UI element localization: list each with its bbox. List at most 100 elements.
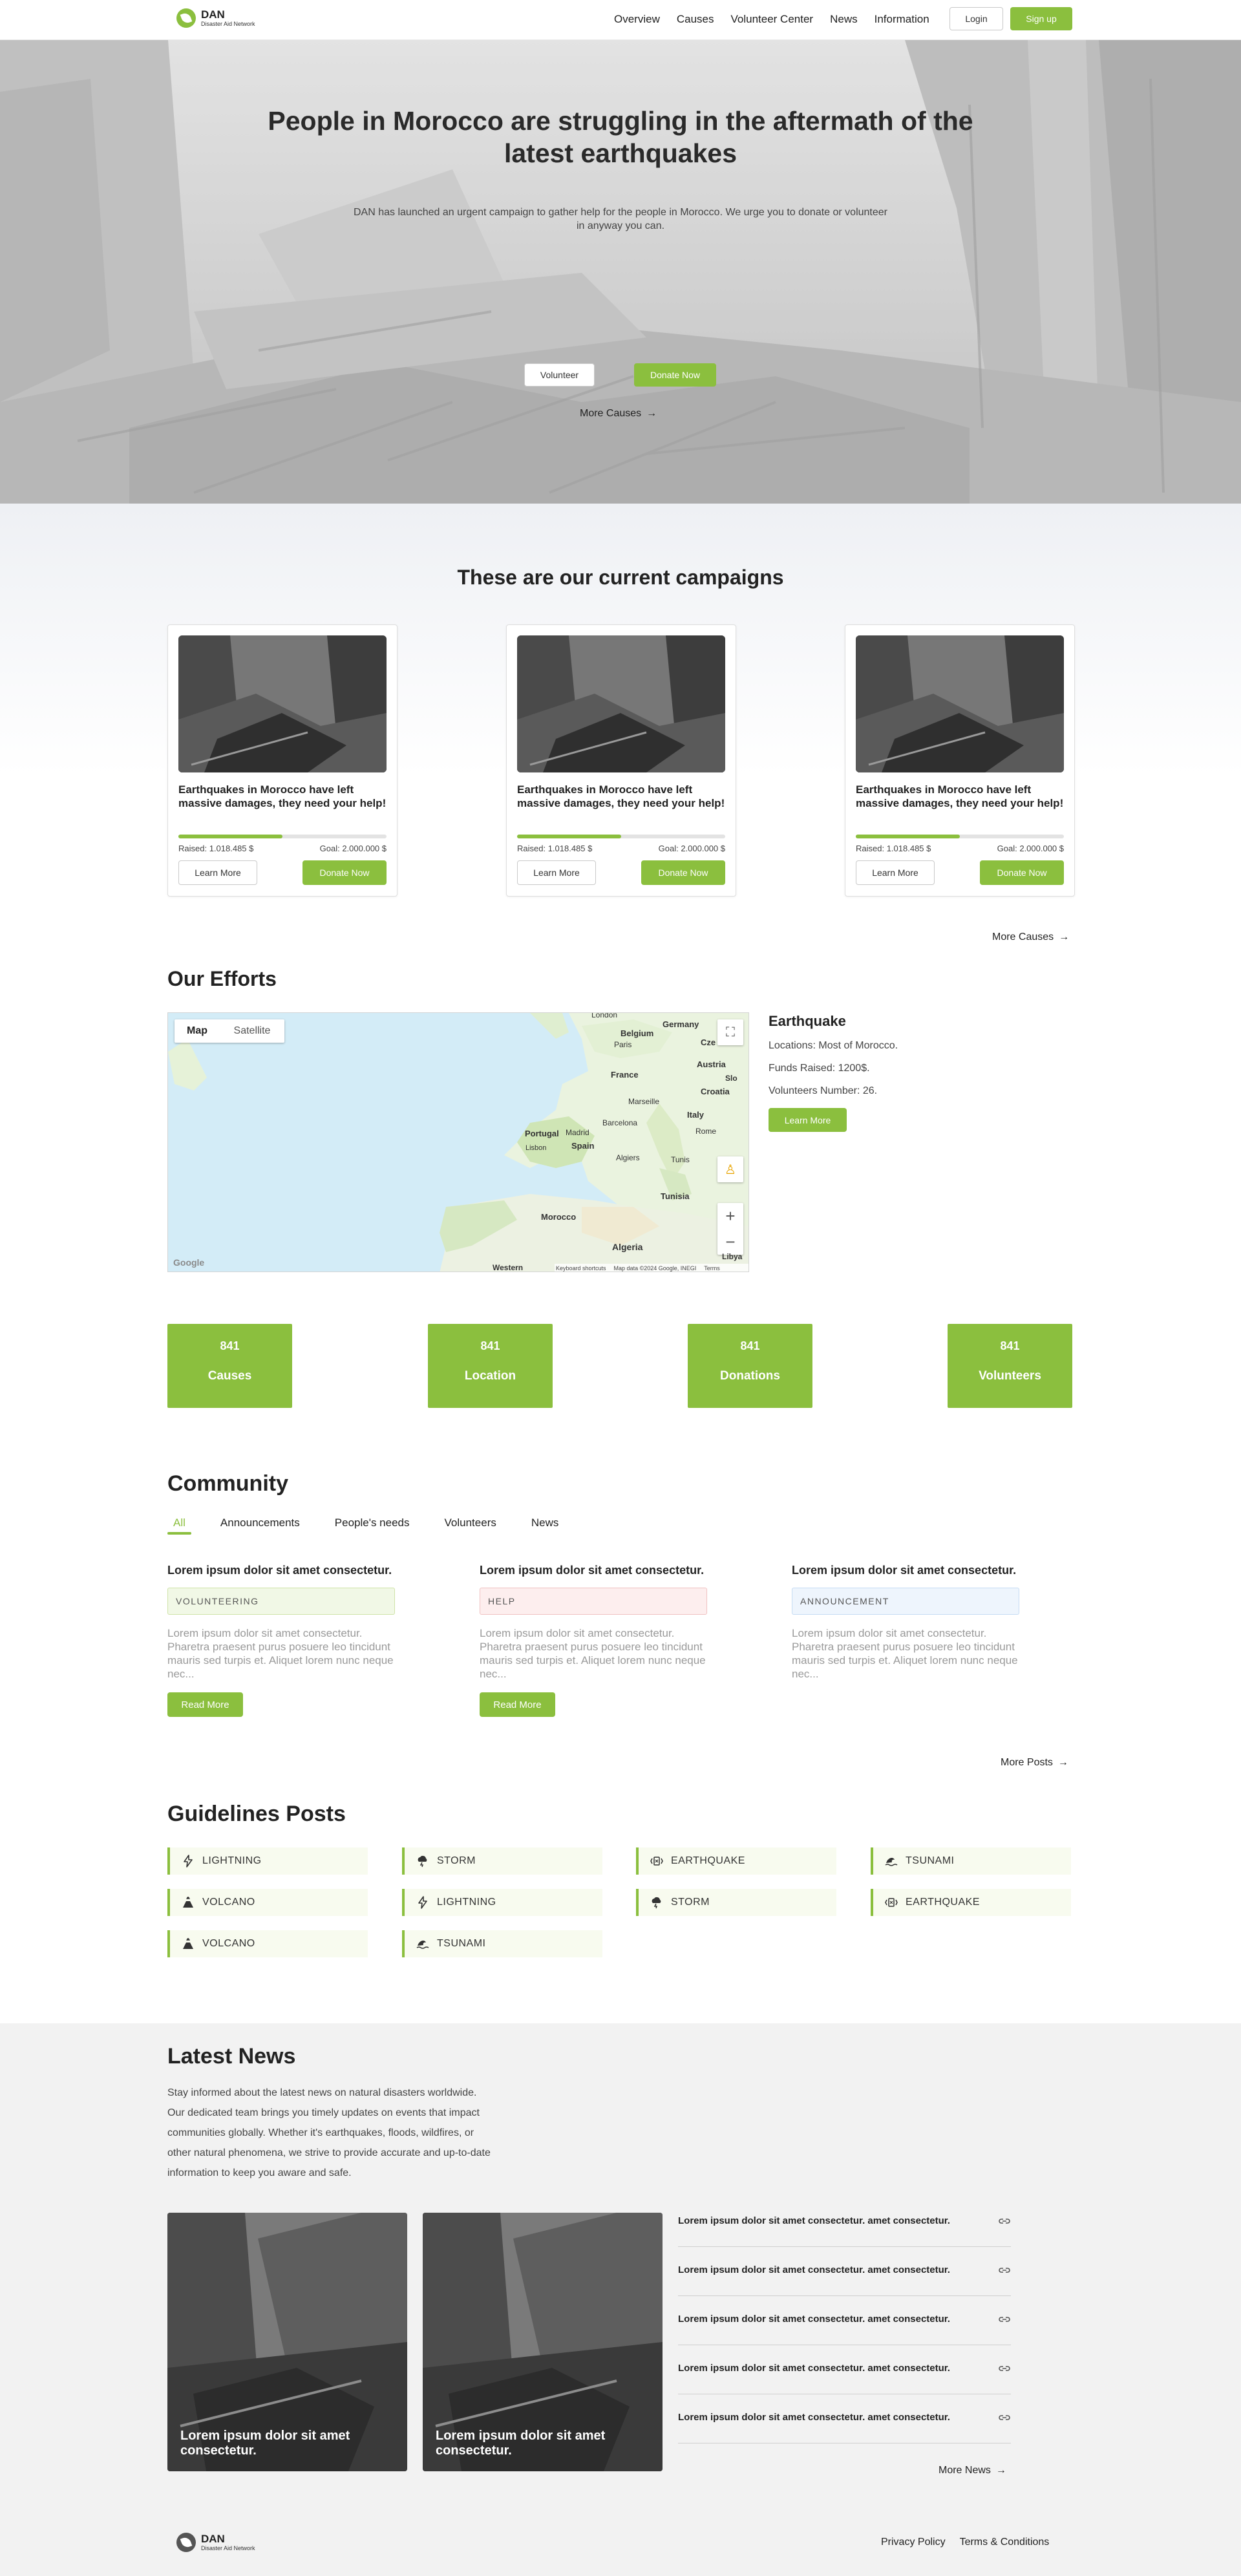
learn-more-button[interactable]: Learn More <box>517 860 596 885</box>
more-news-link[interactable]: More News → <box>939 2465 1006 2476</box>
guideline-item-volcano[interactable]: VOLCANO <box>167 1889 368 1916</box>
zoom-in-icon[interactable]: + <box>717 1203 743 1229</box>
nav-volunteer-center[interactable]: Volunteer Center <box>731 13 814 26</box>
map-terms-link[interactable]: Terms <box>704 1265 720 1272</box>
more-posts-link[interactable]: More Posts → <box>1001 1757 1068 1769</box>
news-card[interactable]: Lorem ipsum dolor sit amet consectetur. <box>167 2213 407 2471</box>
privacy-policy-link[interactable]: Privacy Policy <box>881 2537 946 2548</box>
guideline-item-storm[interactable]: STORM <box>636 1889 836 1916</box>
donate-now-button[interactable]: Donate Now <box>302 860 387 885</box>
signup-button[interactable]: Sign up <box>1010 7 1072 30</box>
tab-all[interactable]: All <box>167 1515 191 1535</box>
guideline-item-lightning[interactable]: LIGHTNING <box>167 1847 368 1875</box>
arrow-right-icon: → <box>995 2465 1006 2476</box>
arrow-right-icon: → <box>1057 1757 1068 1768</box>
more-causes-link[interactable]: More Causes → <box>992 931 1069 943</box>
effort-learn-more-button[interactable]: Learn More <box>769 1108 847 1132</box>
stat-value: 841 <box>740 1339 760 1352</box>
campaign-title: Earthquakes in Morocco have left massive… <box>856 783 1064 809</box>
map-label: Italy <box>687 1110 705 1120</box>
site-logo[interactable]: DAN Disaster Aid Network <box>176 8 255 28</box>
read-more-button[interactable]: Read More <box>167 1692 243 1717</box>
news-list-item[interactable]: Lorem ipsum dolor sit amet consectetur. … <box>678 2296 1011 2345</box>
logo-title: DAN <box>201 2533 225 2545</box>
stat-label: Causes <box>207 1369 252 1383</box>
guideline-item-tsunami[interactable]: TSUNAMI <box>402 1930 602 1957</box>
link-icon <box>999 2267 1010 2273</box>
campaign-card: Earthquakes in Morocco have left massive… <box>167 624 398 897</box>
guideline-item-tsunami[interactable]: TSUNAMI <box>871 1847 1071 1875</box>
stat-card-location: 841 Location <box>428 1324 553 1408</box>
tab-news[interactable]: News <box>525 1515 565 1535</box>
guideline-item-lightning[interactable]: LIGHTNING <box>402 1889 602 1916</box>
donate-now-button[interactable]: Donate Now <box>634 363 716 387</box>
campaign-goal: Goal: 2.000.000 $ <box>319 844 387 853</box>
guideline-item-storm[interactable]: STORM <box>402 1847 602 1875</box>
stat-value: 841 <box>480 1339 500 1352</box>
map-label: Marseille <box>628 1097 660 1106</box>
map-label: Austria <box>697 1059 726 1069</box>
login-button[interactable]: Login <box>949 7 1003 30</box>
efforts-title: Our Efforts <box>167 967 277 990</box>
donate-now-button[interactable]: Donate Now <box>641 860 725 885</box>
guideline-item-earthquake[interactable]: EARTHQUAKE <box>636 1847 836 1875</box>
guideline-item-volcano[interactable]: VOLCANO <box>167 1930 368 1957</box>
learn-more-button[interactable]: Learn More <box>178 860 257 885</box>
footer-links: Privacy Policy Terms & Conditions <box>881 2537 1049 2548</box>
zoom-out-icon[interactable]: − <box>717 1229 743 1255</box>
tsunami-icon <box>416 1941 429 1949</box>
arrow-right-icon: → <box>646 408 657 419</box>
nav-causes[interactable]: Causes <box>677 13 714 26</box>
earthquake-icon <box>650 1857 663 1866</box>
earthquake-icon <box>885 1898 898 1907</box>
site-header: DAN Disaster Aid Network Overview Causes… <box>0 0 1241 40</box>
map-tab[interactable]: Map <box>175 1019 220 1043</box>
map-label: Tunisia <box>661 1191 690 1201</box>
news-intro: Stay informed about the latest news on n… <box>167 2087 491 2178</box>
footer-logo[interactable]: DAN Disaster Aid Network <box>176 2533 255 2552</box>
campaign-title: Earthquakes in Morocco have left massive… <box>517 783 725 809</box>
read-more-button[interactable]: Read More <box>480 1692 555 1717</box>
effort-info-line: Funds Raised: 1200$. <box>769 1063 870 1074</box>
terms-link[interactable]: Terms & Conditions <box>960 2537 1050 2548</box>
news-list-item[interactable]: Lorem ipsum dolor sit amet consectetur. … <box>678 2345 1011 2394</box>
volunteer-button[interactable]: Volunteer <box>524 363 595 387</box>
community-post: Lorem ipsum dolor sit amet consectetur. … <box>167 1563 395 1717</box>
map-label: Libya <box>722 1252 743 1261</box>
campaign-title: Earthquakes in Morocco have left massive… <box>178 783 387 809</box>
tab-announcements[interactable]: Announcements <box>215 1515 306 1535</box>
storm-icon <box>652 1897 661 1909</box>
tab-volunteers[interactable]: Volunteers <box>439 1515 502 1535</box>
campaign-card: Earthquakes in Morocco have left massive… <box>845 624 1075 897</box>
link-icon <box>999 2414 1010 2420</box>
keyboard-shortcuts-link[interactable]: Keyboard shortcuts <box>556 1265 606 1272</box>
nav-overview[interactable]: Overview <box>614 13 660 26</box>
map-label: Algiers <box>616 1153 640 1162</box>
learn-more-button[interactable]: Learn More <box>856 860 935 885</box>
news-card[interactable]: Lorem ipsum dolor sit amet consectetur. <box>423 2213 663 2471</box>
news-card-caption: Lorem ipsum dolor sit amet consectetur. <box>436 2429 606 2458</box>
post-excerpt: Lorem ipsum dolor sit amet consectetur. … <box>792 1627 1018 1680</box>
fullscreen-icon[interactable]: ⛶ <box>717 1019 743 1045</box>
hero-more-causes-link[interactable]: More Causes → <box>580 408 657 420</box>
news-list-item[interactable]: Lorem ipsum dolor sit amet consectetur. … <box>678 2247 1011 2296</box>
donate-now-button[interactable]: Donate Now <box>980 860 1064 885</box>
map-label: Western <box>493 1263 524 1272</box>
stat-value: 841 <box>1000 1339 1020 1352</box>
logo-subtitle: Disaster Aid Network <box>201 2545 255 2551</box>
google-logo: Google <box>173 1257 205 1268</box>
map-label: Barcelona <box>602 1118 638 1127</box>
nav-news[interactable]: News <box>830 13 858 26</box>
stat-label: Location <box>464 1369 516 1383</box>
news-list-item[interactable]: Lorem ipsum dolor sit amet consectetur. … <box>678 2198 1011 2247</box>
map-label: Portugal <box>525 1129 559 1138</box>
nav-information[interactable]: Information <box>875 13 929 26</box>
map-label: Spain <box>571 1141 595 1151</box>
effort-info-title: Earthquake <box>769 1013 846 1029</box>
efforts-map[interactable]: Map Satellite ⛶ ♙ + − London Belgium Ger… <box>167 1012 749 1272</box>
satellite-tab[interactable]: Satellite <box>220 1019 284 1043</box>
tab-peoples-needs[interactable]: People's needs <box>329 1515 416 1535</box>
guideline-item-earthquake[interactable]: EARTHQUAKE <box>871 1889 1071 1916</box>
news-list-item[interactable]: Lorem ipsum dolor sit amet consectetur. … <box>678 2394 1011 2443</box>
pegman-icon[interactable]: ♙ <box>717 1156 743 1182</box>
